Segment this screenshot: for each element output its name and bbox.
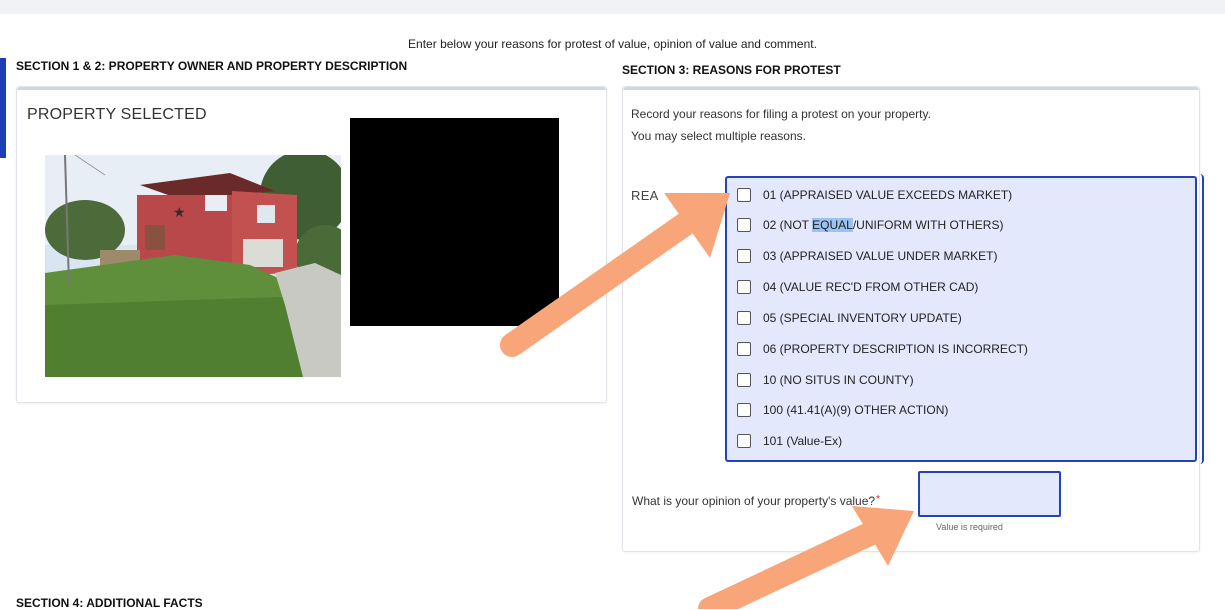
required-asterisk: * xyxy=(876,494,880,505)
section12-title: SECTION 1 & 2: PROPERTY OWNER AND PROPER… xyxy=(16,59,408,73)
reason-label: 06 (PROPERTY DESCRIPTION IS INCORRECT) xyxy=(763,342,1028,356)
reasons-label: REA xyxy=(631,188,659,203)
top-header-strip xyxy=(0,0,1225,14)
reason-option-05[interactable]: 05 (SPECIAL INVENTORY UPDATE) xyxy=(737,308,962,328)
reason-option-03[interactable]: 03 (APPRAISED VALUE UNDER MARKET) xyxy=(737,246,998,266)
reason-option-100[interactable]: 100 (41.41(A)(9) OTHER ACTION) xyxy=(737,400,948,420)
reason-option-101[interactable]: 101 (Value-Ex) xyxy=(737,431,842,451)
svg-text:★: ★ xyxy=(173,204,186,220)
checkbox[interactable] xyxy=(737,373,751,387)
property-selected-label: PROPERTY SELECTED xyxy=(27,106,207,123)
reasons-checkbox-group: 01 (APPRAISED VALUE EXCEEDS MARKET) 02 (… xyxy=(725,176,1197,462)
section3-title: SECTION 3: REASONS FOR PROTEST xyxy=(622,63,841,77)
reason-label: 101 (Value-Ex) xyxy=(763,434,843,448)
checkbox[interactable] xyxy=(737,342,751,356)
opinion-value-input[interactable] xyxy=(918,471,1061,517)
reason-option-06[interactable]: 06 (PROPERTY DESCRIPTION IS INCORRECT) xyxy=(737,339,1028,359)
section4-title: SECTION 4: ADDITIONAL FACTS xyxy=(16,596,203,610)
checkbox[interactable] xyxy=(737,403,751,417)
reason-option-04[interactable]: 04 (VALUE REC'D FROM OTHER CAD) xyxy=(737,277,978,297)
reason-label: 05 (SPECIAL INVENTORY UPDATE) xyxy=(763,311,962,325)
checkbox[interactable] xyxy=(737,188,751,202)
reasons-intro-line1: Record your reasons for filing a protest… xyxy=(631,107,931,121)
reasons-intro-line2: You may select multiple reasons. xyxy=(631,129,806,143)
reason-option-10[interactable]: 10 (NO SITUS IN COUNTY) xyxy=(737,370,914,390)
left-accent-bar xyxy=(0,58,6,158)
checkbox[interactable] xyxy=(737,311,751,325)
checkbox[interactable] xyxy=(737,249,751,263)
property-photo: ★ xyxy=(45,155,341,377)
text-selection-highlight: EQUAL xyxy=(812,218,853,232)
reason-label: 03 (APPRAISED VALUE UNDER MARKET) xyxy=(763,249,998,263)
reason-label: 04 (VALUE REC'D FROM OTHER CAD) xyxy=(763,280,979,294)
reason-label: 01 (APPRAISED VALUE EXCEEDS MARKET) xyxy=(763,188,1013,202)
reasons-scroll-edge xyxy=(1200,174,1204,464)
checkbox[interactable] xyxy=(737,218,751,232)
card-top-border xyxy=(17,87,606,90)
reason-label: 10 (NO SITUS IN COUNTY) xyxy=(763,373,914,387)
redacted-block xyxy=(350,118,559,326)
opinion-of-value-label: What is your opinion of your property's … xyxy=(632,494,880,508)
reason-option-02[interactable]: 02 (NOT EQUAL/UNIFORM WITH OTHERS) xyxy=(737,215,1003,235)
reason-option-01[interactable]: 01 (APPRAISED VALUE EXCEEDS MARKET) xyxy=(737,185,1012,205)
intro-text: Enter below your reasons for protest of … xyxy=(408,37,817,51)
checkbox[interactable] xyxy=(737,280,751,294)
card-top-border xyxy=(623,87,1199,90)
checkbox[interactable] xyxy=(737,434,751,448)
validation-message: Value is required xyxy=(936,522,1003,532)
reason-label: 100 (41.41(A)(9) OTHER ACTION) xyxy=(763,403,949,417)
reason-label: 02 (NOT EQUAL/UNIFORM WITH OTHERS) xyxy=(763,218,1004,232)
